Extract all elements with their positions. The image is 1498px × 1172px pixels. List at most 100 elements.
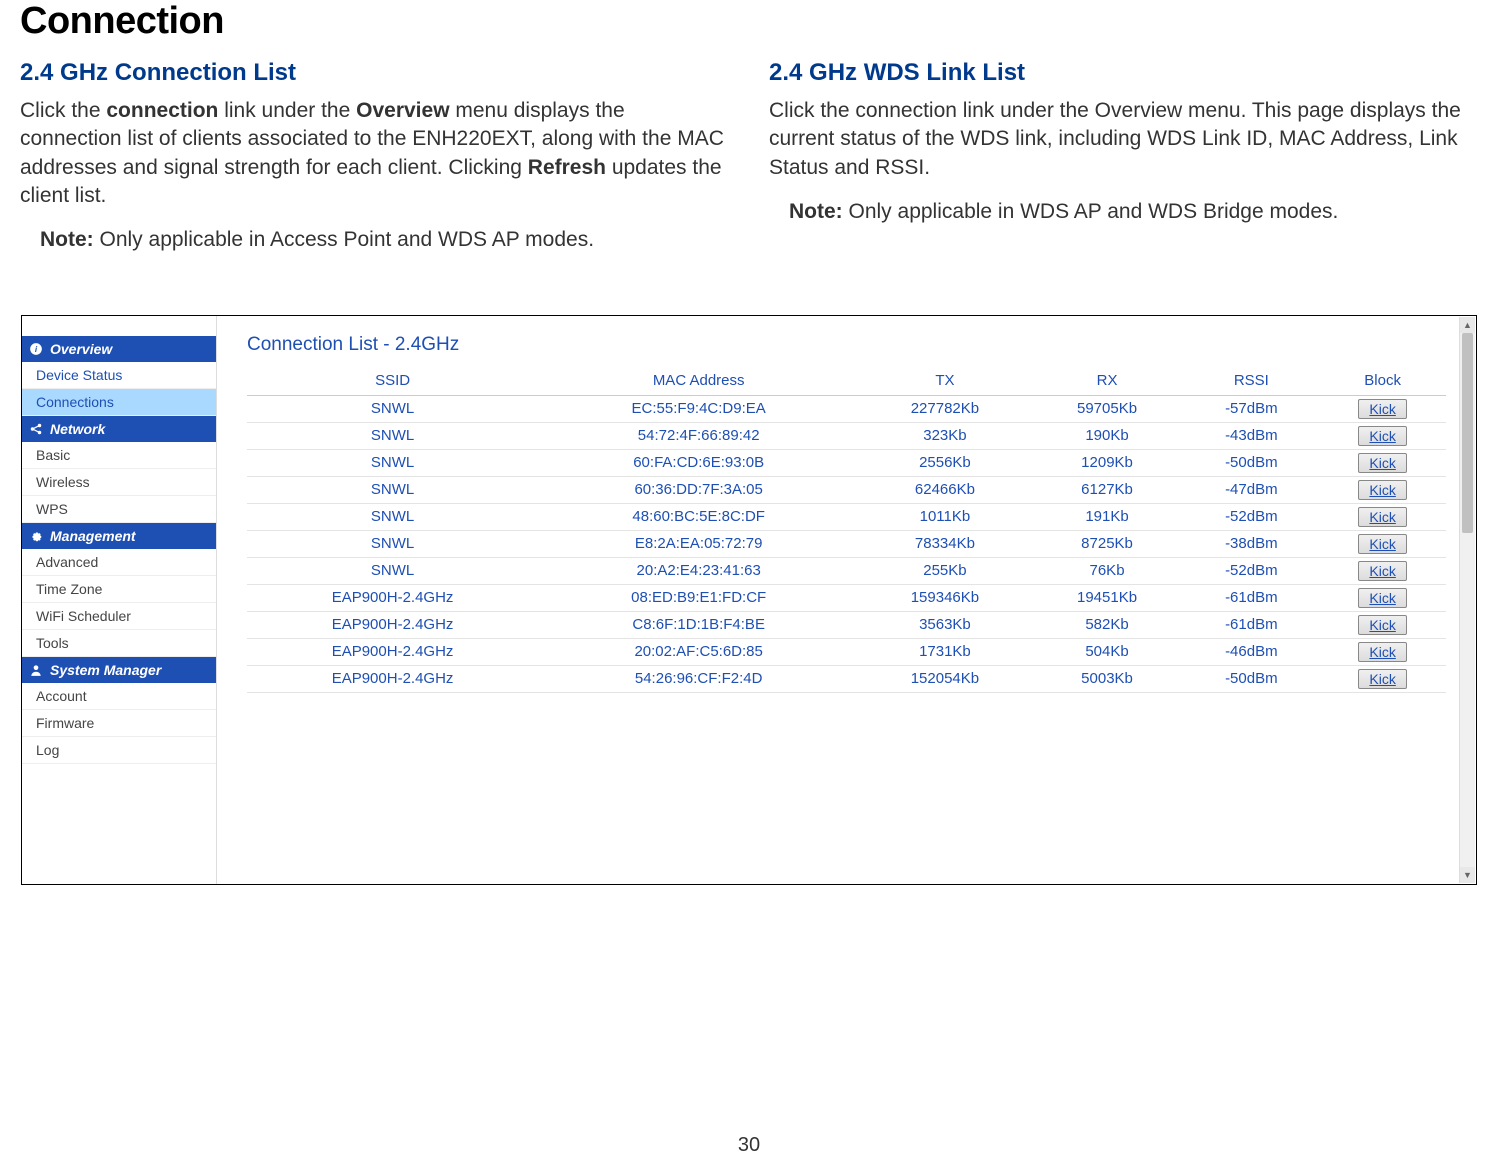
table-row: EAP900H-2.4GHzC8:6F:1D:1B:F4:BE3563Kb582… [247,611,1446,638]
sidebar-item-advanced[interactable]: Advanced [22,549,216,576]
cell-rssi: -61dBm [1183,584,1319,611]
cell-rx: 76Kb [1031,557,1184,584]
cell-ssid: SNWL [247,395,538,422]
kick-button[interactable]: Kick [1358,507,1406,527]
share-icon [28,421,44,437]
sidebar-item-wireless[interactable]: Wireless [22,469,216,496]
cell-mac: 60:36:DD:7F:3A:05 [538,476,859,503]
sidebar-item-firmware[interactable]: Firmware [22,710,216,737]
cell-rssi: -50dBm [1183,665,1319,692]
kick-button[interactable]: Kick [1358,426,1406,446]
sidebar-section-label: Management [50,528,136,544]
sidebar-item-time-zone[interactable]: Time Zone [22,576,216,603]
kick-button[interactable]: Kick [1358,642,1406,662]
cell-tx: 227782Kb [859,395,1030,422]
sidebar-item-account[interactable]: Account [22,683,216,710]
cell-rx: 19451Kb [1031,584,1184,611]
sidebar-item-log[interactable]: Log [22,737,216,764]
kick-button[interactable]: Kick [1358,615,1406,635]
col-header-ssid: SSID [247,366,538,396]
cell-rssi: -38dBm [1183,530,1319,557]
sidebar-item-tools[interactable]: Tools [22,630,216,657]
table-row: SNWL20:A2:E4:23:41:63255Kb76Kb-52dBmKick [247,557,1446,584]
cell-block: Kick [1319,638,1446,665]
left-note: Note: Only applicable in Access Point an… [20,226,729,254]
user-icon [28,662,44,678]
col-header-rx: RX [1031,366,1184,396]
cell-mac: 60:FA:CD:6E:93:0B [538,449,859,476]
cell-ssid: SNWL [247,449,538,476]
sidebar-item-wifi-scheduler[interactable]: WiFi Scheduler [22,603,216,630]
table-row: EAP900H-2.4GHz20:02:AF:C5:6D:851731Kb504… [247,638,1446,665]
cell-block: Kick [1319,530,1446,557]
cell-block: Kick [1319,449,1446,476]
body-columns: 2.4 GHz Connection List Click the connec… [20,59,1478,255]
cell-rx: 1209Kb [1031,449,1184,476]
cell-mac: 54:26:96:CF:F2:4D [538,665,859,692]
cell-rx: 6127Kb [1031,476,1184,503]
kick-button[interactable]: Kick [1358,588,1406,608]
right-note: Note: Only applicable in WDS AP and WDS … [769,198,1478,226]
cell-rx: 5003Kb [1031,665,1184,692]
sidebar-item-wps[interactable]: WPS [22,496,216,523]
table-row: EAP900H-2.4GHz08:ED:B9:E1:FD:CF159346Kb1… [247,584,1446,611]
cell-rx: 59705Kb [1031,395,1184,422]
cell-tx: 1731Kb [859,638,1030,665]
cell-block: Kick [1319,476,1446,503]
kick-button[interactable]: Kick [1358,480,1406,500]
cell-ssid: SNWL [247,422,538,449]
sidebar-item-device-status[interactable]: Device Status [22,362,216,389]
vertical-scrollbar[interactable]: ▲ ▼ [1459,317,1475,883]
cell-ssid: EAP900H-2.4GHz [247,611,538,638]
table-row: SNWL60:FA:CD:6E:93:0B2556Kb1209Kb-50dBmK… [247,449,1446,476]
sidebar: i Overview Device StatusConnections Network… [22,316,217,884]
sidebar-item-connections[interactable]: Connections [22,389,216,416]
cell-ssid: EAP900H-2.4GHz [247,638,538,665]
cell-ssid: SNWL [247,503,538,530]
table-row: SNWLEC:55:F9:4C:D9:EA227782Kb59705Kb-57d… [247,395,1446,422]
right-heading: 2.4 GHz WDS Link List [769,59,1478,87]
sidebar-section-network[interactable]: Network [22,416,216,442]
col-header-rssi: RSSI [1183,366,1319,396]
cell-block: Kick [1319,611,1446,638]
cell-tx: 2556Kb [859,449,1030,476]
scroll-thumb[interactable] [1462,333,1473,533]
sidebar-section-overview[interactable]: i Overview [22,336,216,362]
sidebar-item-basic[interactable]: Basic [22,442,216,469]
table-row: SNWL48:60:BC:5E:8C:DF1011Kb191Kb-52dBmKi… [247,503,1446,530]
kick-button[interactable]: Kick [1358,399,1406,419]
cell-mac: 20:A2:E4:23:41:63 [538,557,859,584]
scroll-up-arrow-icon[interactable]: ▲ [1460,317,1475,333]
connection-list-title: Connection List - 2.4GHz [247,334,1446,356]
scroll-down-arrow-icon[interactable]: ▼ [1460,867,1475,883]
cell-rx: 190Kb [1031,422,1184,449]
table-row: EAP900H-2.4GHz54:26:96:CF:F2:4D152054Kb5… [247,665,1446,692]
cell-rssi: -47dBm [1183,476,1319,503]
info-icon: i [28,341,44,357]
cell-ssid: SNWL [247,530,538,557]
cell-block: Kick [1319,503,1446,530]
cell-mac: 20:02:AF:C5:6D:85 [538,638,859,665]
cell-tx: 1011Kb [859,503,1030,530]
sidebar-section-label: Network [50,421,105,437]
cell-mac: EC:55:F9:4C:D9:EA [538,395,859,422]
kick-button[interactable]: Kick [1358,453,1406,473]
sidebar-section-label: Overview [50,341,112,357]
kick-button[interactable]: Kick [1358,534,1406,554]
cell-block: Kick [1319,395,1446,422]
admin-ui-screenshot: i Overview Device StatusConnections Network… [21,315,1477,885]
cell-mac: C8:6F:1D:1B:F4:BE [538,611,859,638]
sidebar-section-management[interactable]: Management [22,523,216,549]
cell-mac: 48:60:BC:5E:8C:DF [538,503,859,530]
kick-button[interactable]: Kick [1358,561,1406,581]
cell-tx: 152054Kb [859,665,1030,692]
cell-tx: 323Kb [859,422,1030,449]
cell-rssi: -61dBm [1183,611,1319,638]
cell-ssid: EAP900H-2.4GHz [247,584,538,611]
cell-rssi: -57dBm [1183,395,1319,422]
page-title: Connection [20,0,1478,43]
sidebar-section-system-manager[interactable]: System Manager [22,657,216,683]
kick-button[interactable]: Kick [1358,669,1406,689]
cell-mac: 54:72:4F:66:89:42 [538,422,859,449]
page-number: 30 [738,1134,760,1157]
